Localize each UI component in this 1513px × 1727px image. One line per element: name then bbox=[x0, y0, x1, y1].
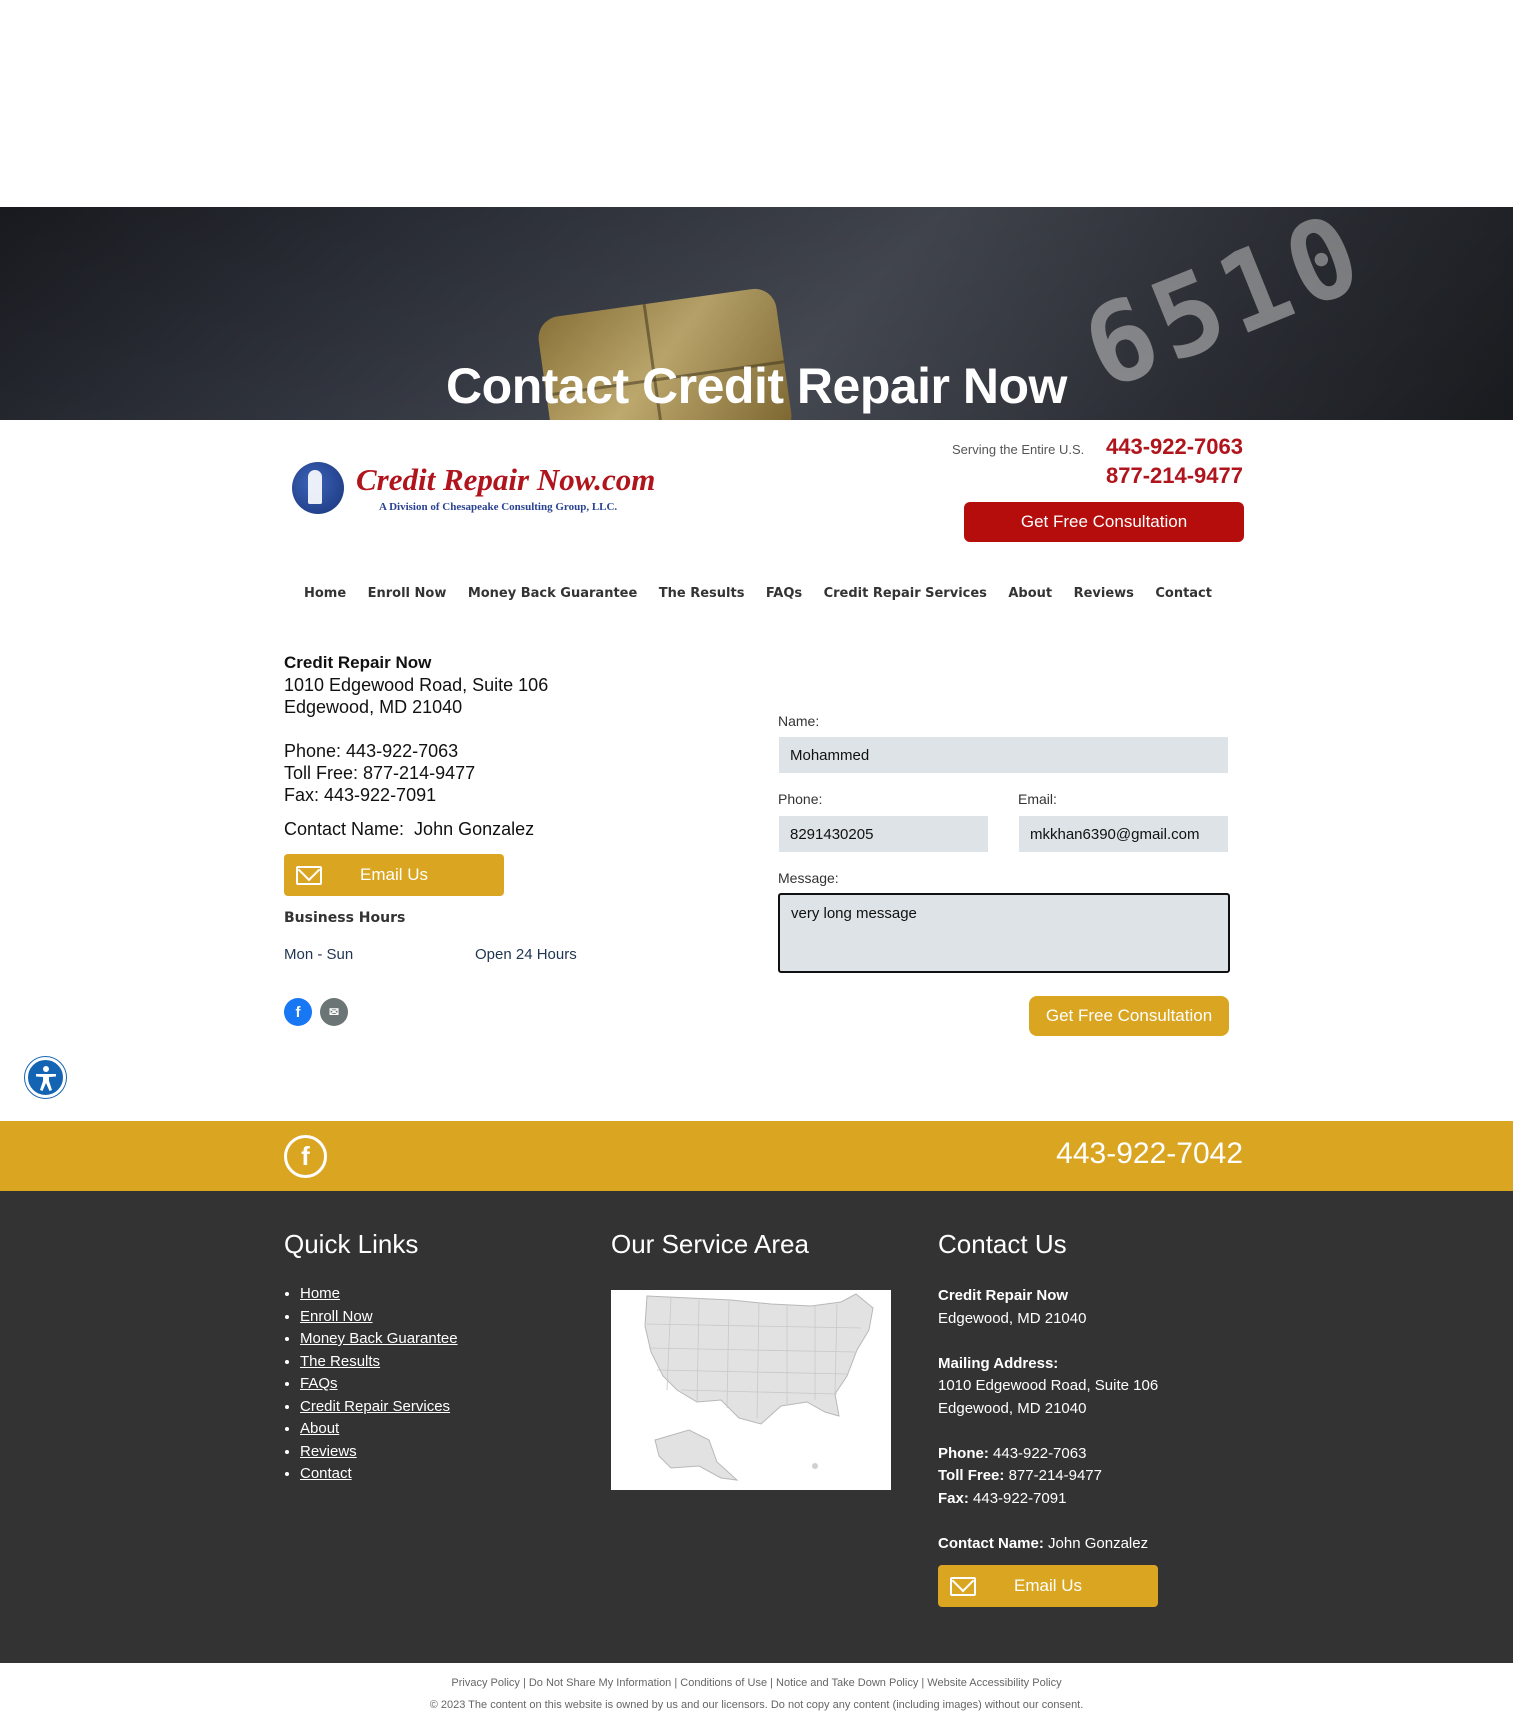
message-field[interactable]: very long message bbox=[778, 893, 1230, 973]
envelope-icon bbox=[950, 1576, 976, 1596]
name-field[interactable] bbox=[779, 737, 1228, 773]
footer-contact-name: John Gonzalez bbox=[1048, 1534, 1149, 1552]
contact-name-text: Contact Name: John Gonzalez bbox=[284, 819, 535, 839]
footer-link-contact[interactable]: Contact bbox=[300, 1465, 352, 1482]
contact-us-title: Contact Us bbox=[938, 1229, 1067, 1259]
list-item: FAQs bbox=[300, 1373, 458, 1396]
nav-money-back-guarantee[interactable]: Money Back Guarantee bbox=[468, 586, 637, 601]
gold-bar: f 443-922-7042 bbox=[0, 1121, 1513, 1191]
mail-icon[interactable]: ✉ bbox=[320, 998, 348, 1026]
list-item: Home bbox=[300, 1283, 458, 1306]
quick-links-title: Quick Links bbox=[284, 1229, 419, 1259]
page: 6510 Contact Credit Repair Now Credit Re… bbox=[0, 0, 1513, 1727]
list-item: Enroll Now bbox=[300, 1306, 458, 1329]
hours-day: Mon - Sun bbox=[284, 946, 354, 963]
header-tollfree-link[interactable]: 877-214-9477 bbox=[1106, 463, 1243, 489]
footer-address-1: 1010 Edgewood Road, Suite 106 bbox=[938, 1377, 1159, 1394]
footer-city: Edgewood, MD 21040 bbox=[938, 1309, 1087, 1327]
footer-link-enroll-now[interactable]: Enroll Now bbox=[300, 1308, 373, 1325]
nav-the-results[interactable]: The Results bbox=[659, 586, 745, 601]
legal-links[interactable]: Privacy Policy | Do Not Share My Informa… bbox=[0, 1677, 1513, 1689]
footer-link-the-results[interactable]: The Results bbox=[300, 1353, 380, 1370]
tollfree-text: Toll Free: 877-214-9477 bbox=[284, 763, 476, 783]
footer-fax: 443-922-7091 bbox=[973, 1489, 1067, 1507]
nav-about[interactable]: About bbox=[1008, 586, 1052, 601]
list-item: Money Back Guarantee bbox=[300, 1328, 458, 1351]
footer-address-2: Edgewood, MD 21040 bbox=[938, 1399, 1087, 1417]
footer-link-reviews[interactable]: Reviews bbox=[300, 1443, 357, 1460]
goldbar-phone-link[interactable]: 443-922-7042 bbox=[1056, 1137, 1243, 1171]
serving-text: Serving the Entire U.S. bbox=[952, 442, 1085, 457]
logo[interactable]: Credit Repair Now.com A Division of Ches… bbox=[292, 462, 655, 514]
footer-link-faqs[interactable]: FAQs bbox=[300, 1375, 338, 1392]
mailing-label: Mailing Address: bbox=[938, 1354, 1059, 1372]
email-field[interactable] bbox=[1019, 816, 1228, 852]
footer-link-money-back-guarantee[interactable]: Money Back Guarantee bbox=[300, 1330, 458, 1347]
footer-link-about[interactable]: About bbox=[300, 1420, 339, 1437]
name-label: Name: bbox=[778, 713, 820, 729]
envelope-icon bbox=[296, 865, 322, 885]
logo-name: Credit Repair Now.com bbox=[356, 461, 656, 497]
footer: Quick Links Home Enroll Now Money Back G… bbox=[0, 1191, 1513, 1663]
phone-text: Phone: 443-922-7063 bbox=[284, 741, 459, 761]
facebook-icon[interactable]: f bbox=[284, 1135, 327, 1178]
list-item: The Results bbox=[300, 1351, 458, 1374]
heron-emblem-icon bbox=[292, 462, 344, 514]
footer-email-us-label: Email Us bbox=[1013, 1576, 1082, 1595]
nav-reviews[interactable]: Reviews bbox=[1074, 586, 1134, 601]
footer-tollfree: 877-214-9477 bbox=[1008, 1467, 1102, 1484]
nav-credit-repair-services[interactable]: Credit Repair Services bbox=[824, 586, 987, 601]
nav-enroll-now[interactable]: Enroll Now bbox=[368, 586, 447, 601]
nav-contact[interactable]: Contact bbox=[1155, 586, 1212, 601]
contact-info: Credit Repair Now 1010 Edgewood Road, Su… bbox=[284, 652, 724, 840]
footer-email-us-button[interactable]: Email Us bbox=[938, 1565, 1158, 1607]
main-nav: Home Enroll Now Money Back Guarantee The… bbox=[290, 580, 1226, 606]
list-item: Reviews bbox=[300, 1441, 458, 1464]
footer-link-home[interactable]: Home bbox=[300, 1285, 340, 1302]
footer-fax-label: Fax: bbox=[938, 1489, 969, 1507]
service-area-title: Our Service Area bbox=[611, 1229, 809, 1259]
phone-field[interactable] bbox=[779, 816, 988, 852]
footer-link-credit-repair-services[interactable]: Credit Repair Services bbox=[300, 1398, 450, 1415]
quick-links-list: Home Enroll Now Money Back Guarantee The… bbox=[300, 1283, 458, 1486]
fax-text: Fax: 443-922-7091 bbox=[284, 785, 437, 805]
email-label: Email: bbox=[1018, 791, 1057, 807]
footer-tollfree-label: Toll Free: bbox=[938, 1467, 1005, 1484]
email-us-button[interactable]: Email Us bbox=[284, 854, 504, 896]
nav-home[interactable]: Home bbox=[304, 586, 346, 601]
header-phone-link[interactable]: 443-922-7063 bbox=[1106, 434, 1243, 460]
nav-faqs[interactable]: FAQs bbox=[766, 586, 802, 601]
us-map bbox=[611, 1290, 891, 1490]
phone-label: Phone: bbox=[778, 791, 823, 807]
list-item: Credit Repair Services bbox=[300, 1396, 458, 1419]
footer-company-name: Credit Repair Now bbox=[938, 1287, 1069, 1304]
business-hours-title: Business Hours bbox=[284, 910, 406, 926]
accessibility-icon[interactable] bbox=[25, 1057, 66, 1098]
address-line-2: Edgewood, MD 21040 bbox=[284, 697, 463, 717]
hours-value: Open 24 Hours bbox=[475, 946, 577, 963]
email-us-label: Email Us bbox=[359, 865, 428, 884]
footer-contact-info: Credit Repair Now Edgewood, MD 21040 Mai… bbox=[938, 1285, 1238, 1555]
copyright-text: © 2023 The content on this website is ow… bbox=[429, 1699, 1084, 1711]
company-name: Credit Repair Now bbox=[284, 653, 432, 672]
header-consultation-button[interactable]: Get Free Consultation bbox=[964, 502, 1244, 542]
hero-banner: 6510 Contact Credit Repair Now bbox=[0, 207, 1513, 420]
message-label: Message: bbox=[778, 870, 839, 886]
list-item: About bbox=[300, 1418, 458, 1441]
submit-consultation-button[interactable]: Get Free Consultation bbox=[1029, 996, 1229, 1036]
footer-phone-label: Phone: bbox=[938, 1444, 989, 1462]
list-item: Contact bbox=[300, 1463, 458, 1486]
facebook-icon[interactable]: f bbox=[284, 998, 312, 1026]
footer-contact-name-label: Contact Name: bbox=[938, 1534, 1044, 1552]
logo-subtitle: A Division of Chesapeake Consulting Grou… bbox=[379, 500, 618, 513]
page-title: Contact Credit Repair Now bbox=[446, 358, 1067, 414]
address-line-1: 1010 Edgewood Road, Suite 106 bbox=[284, 675, 549, 695]
footer-phone: 443-922-7063 bbox=[993, 1444, 1087, 1462]
